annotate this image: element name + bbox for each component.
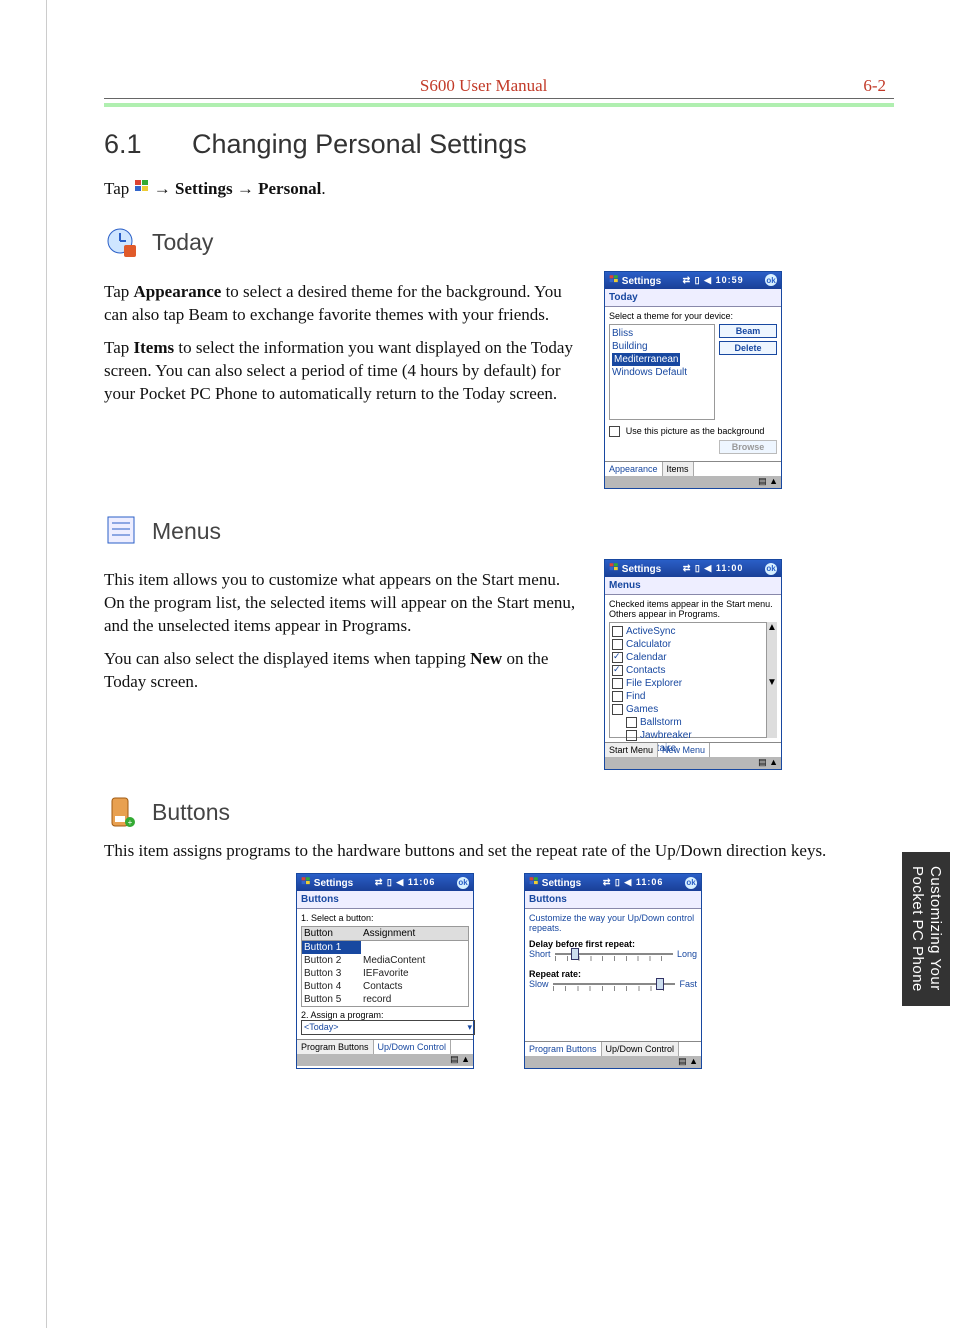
- start-flag-icon: [609, 562, 619, 572]
- delete-button[interactable]: Delete: [719, 341, 777, 355]
- pda-screenshot-menus: Settings ⇄ ▯ ◀ 11:00 ok Menus Checked it…: [604, 559, 782, 770]
- menus-para-1: This item allows you to customize what a…: [104, 569, 584, 638]
- side-chapter-tab: Customizing YourPocket PC Phone: [902, 852, 950, 1006]
- buttons-para: This item assigns programs to the hardwa…: [104, 840, 894, 863]
- theme-item[interactable]: Bliss: [612, 327, 712, 340]
- today-para-1: Tap Appearance to select a desired theme…: [104, 281, 584, 327]
- ok-icon[interactable]: ok: [685, 877, 697, 889]
- button-row[interactable]: Button 1: [302, 941, 468, 954]
- menu-checkbox-item[interactable]: Jawbreaker: [612, 729, 764, 742]
- menus-para-2: You can also select the displayed items …: [104, 648, 584, 694]
- menu-checkbox-item[interactable]: Find: [612, 690, 764, 703]
- assign-program-select[interactable]: <Today>▾: [301, 1020, 475, 1035]
- doc-header-title: S600 User Manual: [420, 76, 547, 96]
- tab-appearance[interactable]: Appearance: [605, 462, 663, 476]
- menu-checkbox-item[interactable]: Calculator: [612, 638, 764, 651]
- tab-updown-control[interactable]: Up/Down Control: [602, 1042, 680, 1056]
- beam-button[interactable]: Beam: [719, 324, 777, 338]
- use-bg-checkbox[interactable]: [609, 426, 620, 437]
- pda-screenshot-today: Settings ⇄ ▯ ◀ 10:59 ok Today Select a t…: [604, 271, 782, 489]
- menu-checkbox-item[interactable]: Games: [612, 703, 764, 716]
- start-flag-icon: [301, 876, 311, 886]
- svg-text:+: +: [128, 818, 133, 827]
- scrollbar[interactable]: ▲▼: [767, 622, 777, 738]
- tab-start-menu[interactable]: Start Menu: [605, 743, 658, 757]
- pda-screenshot-buttons-updown: Settings ⇄ ▯ ◀ 11:06 ok Buttons Customiz…: [524, 873, 702, 1069]
- tab-items[interactable]: Items: [663, 462, 694, 476]
- doc-page-number: 6-2: [863, 76, 886, 96]
- menus-heading: Menus: [152, 518, 221, 545]
- today-para-2: Tap Items to select the information you …: [104, 337, 584, 406]
- ok-icon[interactable]: ok: [765, 274, 777, 286]
- button-row[interactable]: Button 4Contacts: [302, 980, 468, 993]
- today-icon: [104, 225, 140, 261]
- buttons-heading: Buttons: [152, 799, 230, 826]
- menus-icon: [104, 513, 140, 549]
- tab-updown-control[interactable]: Up/Down Control: [374, 1040, 452, 1054]
- menu-checkbox-item[interactable]: File Explorer: [612, 677, 764, 690]
- section-heading: 6.1Changing Personal Settings: [104, 129, 894, 160]
- tab-program-buttons[interactable]: Program Buttons: [297, 1040, 374, 1054]
- theme-item-selected[interactable]: Mediterranean: [612, 353, 712, 366]
- start-flag-icon: [529, 876, 539, 886]
- start-flag-icon: [609, 274, 619, 284]
- start-flag-icon: [134, 178, 150, 194]
- intro-text: Tap → Settings → Personal.: [104, 178, 894, 201]
- menu-checkbox-item[interactable]: Contacts: [612, 664, 764, 677]
- ok-icon[interactable]: ok: [457, 877, 469, 889]
- button-row[interactable]: Button 3IEFavorite: [302, 967, 468, 980]
- today-heading: Today: [152, 229, 213, 256]
- tab-new-menu[interactable]: New Menu: [658, 743, 710, 757]
- browse-button[interactable]: Browse: [719, 440, 777, 454]
- tab-program-buttons[interactable]: Program Buttons: [525, 1042, 602, 1056]
- button-row[interactable]: Button 5record: [302, 993, 468, 1006]
- pda-screenshot-buttons-program: Settings ⇄ ▯ ◀ 11:06 ok Buttons 1. Selec…: [296, 873, 474, 1069]
- theme-item[interactable]: Building: [612, 340, 712, 353]
- rate-slider[interactable]: Slow Fast: [529, 979, 697, 989]
- button-row[interactable]: Button 2MediaContent: [302, 954, 468, 967]
- menu-checkbox-item[interactable]: ActiveSync: [612, 625, 764, 638]
- theme-item[interactable]: Windows Default: [612, 366, 712, 379]
- menu-checkbox-item[interactable]: Calendar: [612, 651, 764, 664]
- ok-icon[interactable]: ok: [765, 563, 777, 575]
- menu-checkbox-item[interactable]: Ballstorm: [612, 716, 764, 729]
- buttons-icon: +: [104, 794, 140, 830]
- delay-slider[interactable]: Short Long: [529, 949, 697, 959]
